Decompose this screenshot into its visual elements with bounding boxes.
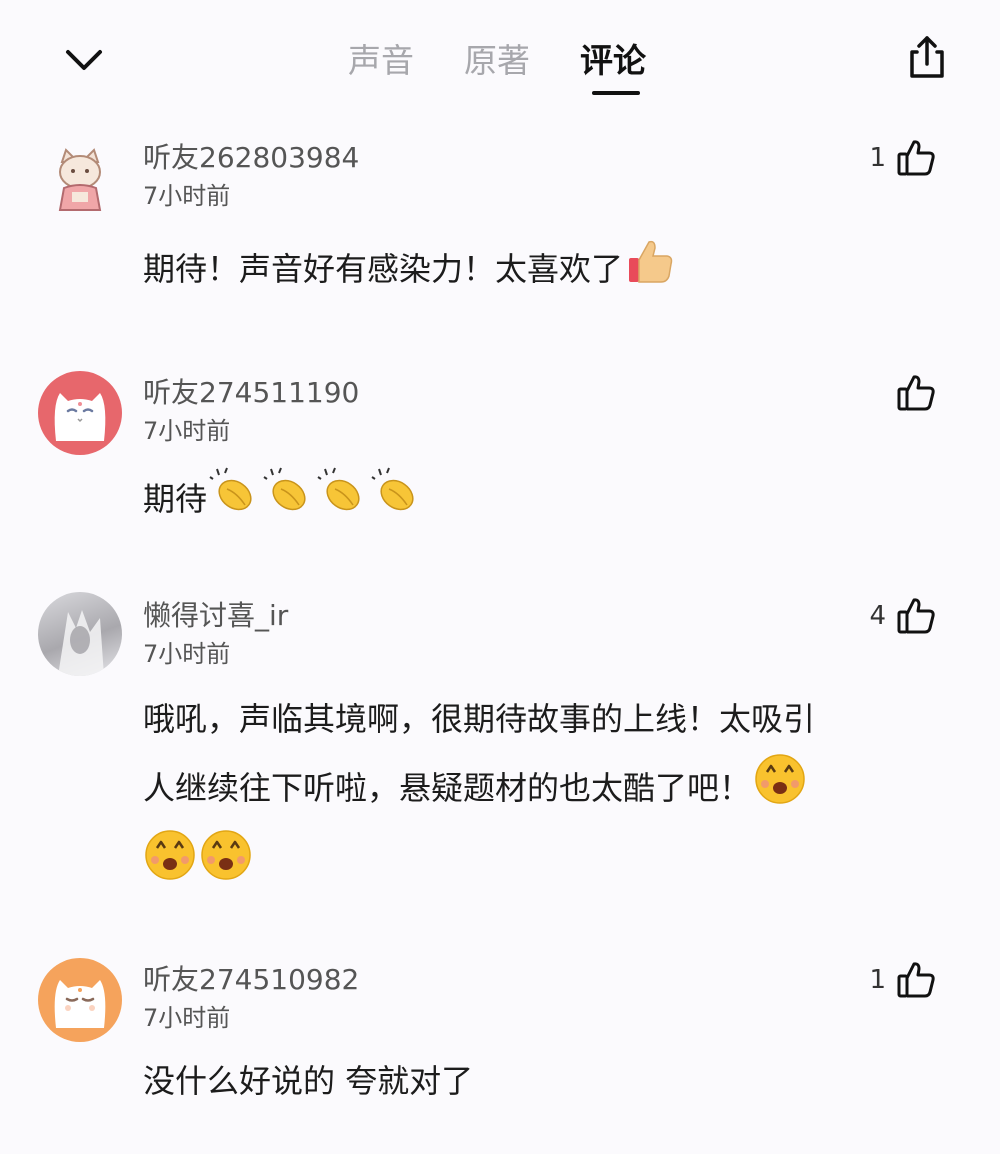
tab-comments[interactable]: 评论 bbox=[580, 36, 646, 86]
tab-audio[interactable]: 声音 bbox=[348, 36, 414, 86]
share-button[interactable] bbox=[902, 32, 952, 82]
clapping-hands-emoji bbox=[317, 467, 369, 535]
thumbs-up-emoji bbox=[625, 236, 677, 306]
username[interactable]: 听友274510982 bbox=[143, 962, 359, 998]
cat-avatar-icon bbox=[54, 980, 106, 1028]
avatar[interactable] bbox=[38, 371, 122, 455]
username[interactable]: 懒得讨喜_ir bbox=[143, 598, 288, 634]
like-count: 1 bbox=[869, 143, 886, 173]
share-icon bbox=[910, 36, 944, 78]
thumbs-up-icon bbox=[897, 598, 935, 634]
like-count: 4 bbox=[869, 601, 886, 631]
excited-face-emoji bbox=[199, 828, 253, 904]
comment-text: 期待！声音好有感染力！太喜欢了 bbox=[143, 236, 933, 306]
username[interactable]: 听友262803984 bbox=[143, 140, 359, 176]
comment-text: 哦吼，声临其境啊，很期待故事的上线！太吸引 人继续往下听啦，悬疑题材的也太酷了吧… bbox=[143, 686, 933, 904]
avatar[interactable] bbox=[38, 140, 122, 224]
excited-face-emoji bbox=[143, 828, 197, 904]
tab-original[interactable]: 原著 bbox=[464, 36, 530, 86]
active-tab-indicator bbox=[592, 91, 640, 95]
cat-avatar-icon bbox=[58, 148, 102, 211]
timestamp: 7小时前 bbox=[143, 182, 231, 210]
clapping-hands-emoji bbox=[263, 467, 315, 535]
back-button[interactable] bbox=[62, 40, 106, 80]
chevron-down-icon bbox=[66, 50, 102, 70]
avatar[interactable] bbox=[38, 958, 122, 1042]
comment-text: 期待 bbox=[143, 467, 933, 535]
top-bar: 声音 原著 评论 bbox=[0, 0, 1000, 110]
clapping-hands-emoji bbox=[371, 467, 423, 535]
timestamp: 7小时前 bbox=[143, 417, 231, 445]
avatar[interactable] bbox=[38, 592, 122, 676]
timestamp: 7小时前 bbox=[143, 640, 231, 668]
like-button[interactable]: 1 bbox=[869, 956, 938, 1004]
like-button[interactable] bbox=[886, 369, 938, 417]
username[interactable]: 听友274511190 bbox=[143, 375, 359, 411]
thumbs-up-icon bbox=[897, 962, 935, 998]
comment-text: 没什么好说的 夸就对了 bbox=[143, 1062, 474, 1100]
thumbs-up-icon bbox=[897, 375, 935, 411]
like-button[interactable]: 1 bbox=[869, 134, 938, 182]
cat-avatar-icon bbox=[54, 393, 106, 441]
like-count: 1 bbox=[869, 965, 886, 995]
clapping-hands-emoji bbox=[209, 467, 261, 535]
photo-avatar-icon bbox=[58, 610, 104, 676]
timestamp: 7小时前 bbox=[143, 1004, 231, 1032]
like-button[interactable]: 4 bbox=[869, 592, 938, 640]
thumbs-up-icon bbox=[897, 140, 935, 176]
excited-face-emoji bbox=[753, 752, 807, 828]
